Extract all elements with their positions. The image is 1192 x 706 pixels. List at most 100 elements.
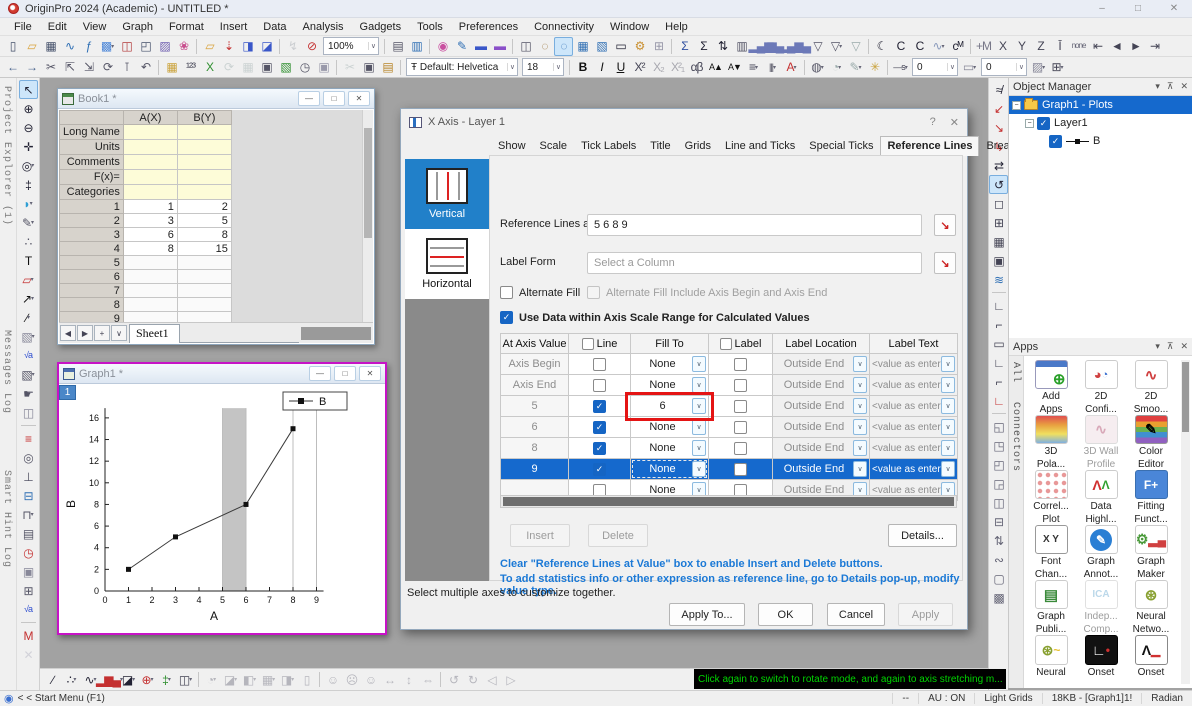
label-location-dropdown[interactable]: Outside End ∨ (772, 374, 870, 396)
table-hscrollbar[interactable] (500, 495, 957, 508)
table-borders-icon[interactable]: ⊞ ▾ (1048, 58, 1067, 77)
line-checkbox[interactable]: ✓ (593, 462, 606, 476)
set-x-sheet-icon[interactable]: X (200, 58, 219, 77)
resize-3d-icon[interactable]: ◨ ▾ (278, 670, 297, 689)
cell-b[interactable]: 5 (176, 213, 232, 228)
new-workbook-icon[interactable]: ▦ (41, 37, 60, 56)
book1-close-button[interactable]: ✕ (348, 91, 370, 106)
sum-column-icon[interactable]: Σ (694, 37, 713, 56)
recalc-clock-icon[interactable]: ◷ (295, 58, 314, 77)
label-text-dropdown[interactable]: <value as entered>∨ (869, 437, 958, 459)
use-data-checkbox[interactable]: ✓ (500, 311, 513, 324)
row-number[interactable]: 6 (59, 269, 124, 284)
new-axis-icon[interactable]: ⊓ ▾ (19, 505, 38, 524)
video-builder-icon[interactable]: ▥ (407, 37, 426, 56)
template-library-icon[interactable]: ◫ ▾ (176, 670, 195, 689)
label-cell[interactable] (122, 154, 178, 170)
cell-b[interactable]: 2 (176, 199, 232, 214)
new-function-graph-icon[interactable]: ƒ (79, 37, 98, 56)
rectangle-tool-icon[interactable]: ▧ ▾ (19, 327, 38, 346)
app-color-editor[interactable]: ✎ Color Editor (1126, 415, 1176, 470)
layer-b-c-icon[interactable]: ⊟ (19, 486, 38, 505)
zoom-in-tool-icon[interactable]: ⊕ (19, 99, 38, 118)
project-explorer-icon[interactable]: ◫ (516, 37, 535, 56)
book1-minimize-button[interactable]: — (298, 91, 320, 106)
new-folder-icon[interactable]: ▱ (22, 37, 41, 56)
mask-points-icon[interactable]: ☺ (361, 670, 380, 689)
last-window-icon[interactable]: ⇥ (1145, 37, 1164, 56)
reference-lines-table[interactable]: At Axis Value Line Fill To Label Label Locat… (500, 333, 958, 501)
font-increase-icon[interactable]: A▲ (706, 58, 725, 77)
ref-lines-column-button[interactable]: ↘ (934, 214, 956, 236)
label-cell[interactable] (122, 169, 178, 185)
find-icon[interactable]: ◌ (535, 37, 554, 56)
new-3d-graph-icon[interactable]: ▩ ▾ (98, 37, 117, 56)
worksheet-hscrollbar[interactable] (301, 326, 371, 340)
tree-item-graph1-plots[interactable]: − Graph1 - Plots (1009, 96, 1192, 114)
subscript-icon[interactable]: X₂ (649, 58, 668, 77)
new-layout-icon[interactable]: ◰ (136, 37, 155, 56)
filter-icon[interactable]: ▽ (808, 37, 827, 56)
book1-window[interactable]: Book1 * — □ ✕ A(X) B(Y) Long Name Units Comm… (57, 88, 375, 345)
fill-to-dropdown[interactable]: None ∨ (630, 353, 709, 375)
axis-frame-open-icon[interactable]: ∟ (989, 353, 1008, 372)
line-chart[interactable]: 0 1 2 3 4 5 6 7 8 90246810121416ABB (61, 386, 383, 632)
exchange-xy-icon[interactable]: ⇄ (989, 156, 1008, 175)
label-form-input[interactable]: Select a Column (587, 252, 922, 274)
graph1-maximize-button[interactable]: □ (334, 366, 356, 381)
cell-b[interactable] (176, 311, 232, 322)
cell-b[interactable]: 15 (176, 241, 232, 256)
reference-line-row[interactable]: 5 ✓ 6∨ Outside End∨<value as entered>∨ (500, 395, 958, 417)
markers-tool-icon[interactable]: M (19, 626, 38, 645)
line-color-pencil-icon[interactable]: ✎ ▾ (846, 58, 865, 77)
horizontal-axis-selector[interactable]: Horizontal (405, 229, 489, 299)
bold-icon[interactable]: B (573, 58, 592, 77)
label-location-dropdown[interactable]: Outside End ∨ (772, 395, 870, 417)
at-axis-value-cell[interactable]: 6 (500, 416, 569, 438)
dialog-tab-tick-labels[interactable]: Tick Labels (574, 136, 643, 156)
close-button[interactable]: ✕ (1156, 0, 1192, 18)
dialog-tab-special-ticks[interactable]: Special Ticks (802, 136, 880, 156)
3d-cube-tool-icon[interactable]: ◫ (19, 403, 38, 422)
line-width-combo[interactable]: 0 ∨ (912, 58, 958, 76)
zoom-out-tool-icon[interactable]: ⊖ (19, 118, 38, 137)
dialog-close-button[interactable]: ✕ (950, 116, 959, 129)
data-reader-tool-icon[interactable]: ◎ ▾ (19, 156, 38, 175)
app-onset-detection[interactable]: ∟ • Onset (1076, 635, 1126, 690)
cell-a[interactable]: 6 (122, 227, 178, 242)
cell-a[interactable] (122, 283, 178, 298)
data-selector-tool-icon[interactable]: ‡ (19, 175, 38, 194)
app-correlation-plot[interactable]: Correl... Plot (1026, 470, 1076, 525)
arrange-top-icon[interactable]: ◱ (989, 417, 1008, 436)
axis-zoom-in-icon[interactable]: ↙ (989, 99, 1008, 118)
dialog-titlebar[interactable]: X Axis - Layer 1 ? ✕ (401, 109, 967, 135)
maximize-button[interactable]: □ (1120, 0, 1156, 18)
mask-face-icon[interactable]: ☺ (323, 670, 342, 689)
tree-item-layer1[interactable]: − ✓ Layer1 (1009, 114, 1192, 132)
dots-tool-icon[interactable]: ∴ (19, 232, 38, 251)
dialog-tab-show[interactable]: Show (491, 136, 533, 156)
header-line-checkbox[interactable] (581, 337, 594, 350)
distribute-icon[interactable]: ||| ▾ (763, 58, 782, 77)
panel-close-icon[interactable]: ✕ (1180, 341, 1188, 352)
zoom-pan-tool-icon[interactable]: ◌ (554, 36, 573, 56)
dark-mode-moon-icon[interactable]: ☾ (872, 37, 891, 56)
column-header-A(X)[interactable]: A(X) (122, 110, 178, 125)
line-checkbox[interactable] (593, 378, 606, 392)
arrange-split-icon[interactable]: ◫ (989, 493, 1008, 512)
rotate-ccw-icon[interactable]: ↺ (444, 670, 463, 689)
layer-copy-icon[interactable]: ▣ (19, 562, 38, 581)
label-form-column-button[interactable]: ↘ (934, 252, 956, 274)
header-label-checkbox[interactable] (719, 337, 732, 350)
collapse-icon[interactable]: − (1025, 118, 1034, 128)
label-text-dropdown[interactable]: <value as entered>∨ (869, 353, 958, 375)
cell-b[interactable] (176, 283, 232, 298)
axis-frame-l-icon[interactable]: ⌐ (989, 372, 1008, 391)
cell-a[interactable]: 8 (122, 241, 178, 256)
row-label[interactable]: Categories (59, 184, 124, 200)
palette-icon[interactable]: ◔ ▾ (827, 58, 846, 77)
reference-line-row[interactable]: 6 ✓ None∨ Outside End∨<value as entered>∨ (500, 416, 958, 438)
label-text-dropdown[interactable]: <value as entered>∨ (869, 416, 958, 438)
arrange-left-icon[interactable]: ◰ (989, 455, 1008, 474)
app-fitting-function[interactable]: F+ Fitting Funct... (1126, 470, 1176, 525)
